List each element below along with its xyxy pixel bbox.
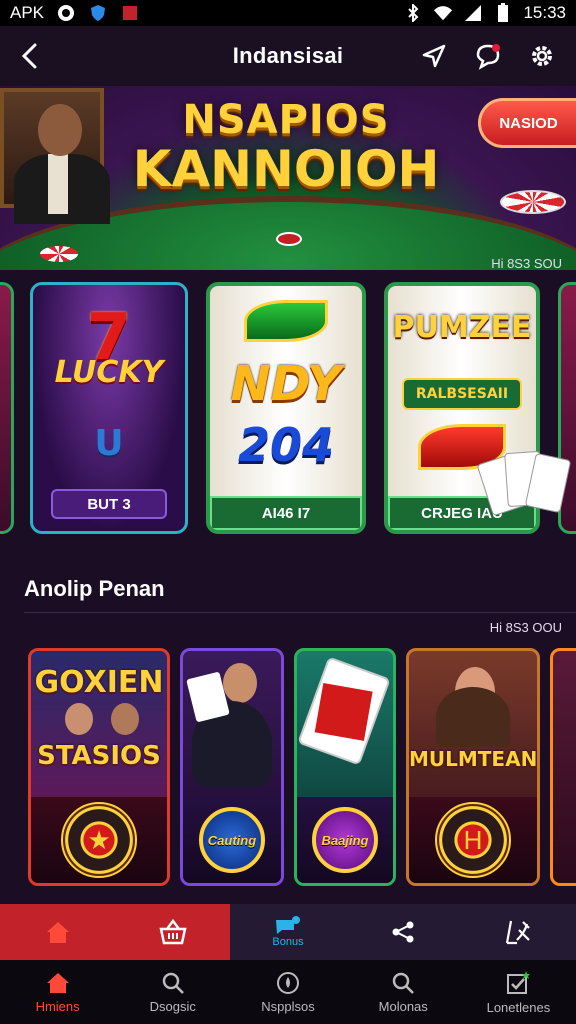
section-divider bbox=[24, 612, 576, 613]
playing-cards-icon bbox=[476, 448, 576, 530]
nav-search-label: Dsogsic bbox=[149, 998, 196, 1014]
task-icon bbox=[507, 970, 531, 994]
send-button[interactable] bbox=[416, 38, 452, 74]
jackpot-counter: Hi 8S3 OOU bbox=[489, 620, 562, 635]
battery-icon bbox=[493, 3, 513, 22]
slot-symbol-badge: RALBSESAII bbox=[402, 378, 522, 410]
game-tiles-row[interactable]: GOXIEN STASIOS ★ Cauting Baajing MULMTEA… bbox=[0, 648, 576, 888]
card-icon bbox=[297, 656, 391, 766]
hero-logo: NSAPIOS KANNOIOH bbox=[124, 100, 448, 194]
game-tile[interactable]: Cauting bbox=[180, 648, 284, 886]
nav-search-2-label: Molonas bbox=[378, 998, 428, 1014]
roulette-wheel-icon: H bbox=[435, 802, 511, 878]
nav-home-label: Hmiens bbox=[35, 998, 80, 1014]
leaf-symbol-icon bbox=[244, 300, 328, 342]
slot-card[interactable]: NDY 204 AI46 I7 bbox=[206, 282, 366, 534]
game-title-art: MULMTEAN bbox=[409, 747, 538, 771]
nav-home[interactable]: Hmiens bbox=[0, 960, 115, 1024]
hair-art bbox=[436, 687, 510, 747]
nav-search-2[interactable]: Molonas bbox=[346, 960, 461, 1024]
slot-label: AI46 I7 bbox=[210, 496, 362, 530]
bluetooth-icon bbox=[403, 4, 423, 22]
tab-home[interactable] bbox=[0, 904, 116, 960]
game-tile[interactable]: Baajing bbox=[294, 648, 396, 886]
game-tile[interactable]: MULMTEAN H bbox=[406, 648, 540, 886]
at-icon bbox=[56, 4, 76, 22]
search-icon bbox=[392, 972, 415, 994]
chat-button[interactable] bbox=[470, 38, 506, 74]
tab-share[interactable] bbox=[345, 904, 461, 960]
drop-icon bbox=[277, 971, 299, 994]
search-icon bbox=[162, 972, 184, 994]
chat-icon bbox=[476, 44, 500, 70]
settings-button[interactable] bbox=[524, 38, 560, 74]
game-tile[interactable]: GOXIEN STASIOS ★ bbox=[28, 648, 170, 886]
nav-drop-label: Nspplsos bbox=[261, 998, 315, 1014]
person-icon bbox=[223, 663, 257, 703]
tools-icon bbox=[506, 920, 531, 945]
slot-symbol-text: PUMZEE bbox=[392, 310, 532, 345]
basket-icon bbox=[159, 919, 187, 945]
chip-icon bbox=[40, 246, 78, 262]
person-icon bbox=[65, 703, 93, 735]
clock: 15:33 bbox=[523, 3, 566, 22]
hero-logo-line1: NSAPIOS bbox=[182, 97, 390, 143]
hero-logo-line2: KANNOIOH bbox=[132, 140, 440, 198]
bottom-navigation: Hmiens Dsogsic Nspplsos Molonas Lonetlen… bbox=[0, 960, 576, 1024]
settings-icon bbox=[532, 46, 552, 66]
roulette-wheel-icon: ★ bbox=[61, 802, 137, 878]
chat-bubble-icon bbox=[276, 916, 300, 934]
carrier-label: APK bbox=[10, 3, 45, 22]
slot-symbol-text: LUCKY bbox=[54, 355, 164, 390]
slot-symbol-u: U bbox=[94, 423, 124, 464]
status-bar: APK 15:33 bbox=[0, 0, 576, 26]
chip-icon bbox=[276, 232, 302, 246]
nav-tasks[interactable]: Lonetlenes bbox=[461, 960, 576, 1024]
game-chip: Cauting bbox=[199, 807, 265, 873]
game-tile-partial[interactable] bbox=[550, 648, 576, 886]
hero-banner[interactable]: NSAPIOS KANNOIOH NASIOD bbox=[0, 86, 576, 270]
jackpot-counter: Hi 8S3 SOU bbox=[491, 256, 562, 271]
tab-tools[interactable] bbox=[460, 904, 576, 960]
back-button[interactable] bbox=[0, 26, 60, 86]
tab-bonus[interactable]: Bonus bbox=[230, 904, 346, 960]
back-arrow-icon bbox=[21, 43, 37, 69]
slot-label: BUT 3 bbox=[51, 489, 167, 519]
slot-symbol-number: 204 bbox=[237, 418, 335, 472]
game-subtitle-art: STASIOS bbox=[37, 741, 161, 771]
hero-cta-button[interactable]: NASIOD bbox=[478, 98, 576, 148]
section-title: Anolip Penan bbox=[24, 576, 165, 601]
dealer-portrait bbox=[0, 88, 110, 224]
home-icon bbox=[46, 972, 69, 993]
notification-icon bbox=[120, 4, 140, 22]
slot-card[interactable]: 7 LUCKY U BUT 3 bbox=[30, 282, 188, 534]
tab-shop[interactable] bbox=[115, 904, 231, 960]
game-chip: Baajing bbox=[312, 807, 378, 873]
person-icon bbox=[111, 703, 139, 735]
nav-search[interactable]: Dsogsic bbox=[115, 960, 230, 1024]
nav-tasks-label: Lonetlenes bbox=[486, 999, 551, 1015]
shield-icon bbox=[88, 4, 108, 22]
slot-card-partial[interactable] bbox=[0, 282, 14, 534]
share-icon bbox=[392, 921, 414, 943]
tab-bonus-label: Bonus bbox=[272, 936, 304, 948]
home-icon bbox=[46, 922, 69, 943]
wifi-icon bbox=[433, 4, 453, 22]
nav-drop[interactable]: Nspplsos bbox=[230, 960, 345, 1024]
slot-symbol-text: NDY bbox=[230, 356, 342, 412]
game-title-art: GOXIEN bbox=[34, 665, 164, 700]
send-icon bbox=[422, 44, 446, 68]
signal-icon bbox=[463, 4, 483, 22]
app-bar: Indansisai bbox=[0, 26, 576, 86]
chip-stack-icon bbox=[500, 190, 566, 214]
quick-tab-strip: Bonus bbox=[0, 904, 576, 960]
